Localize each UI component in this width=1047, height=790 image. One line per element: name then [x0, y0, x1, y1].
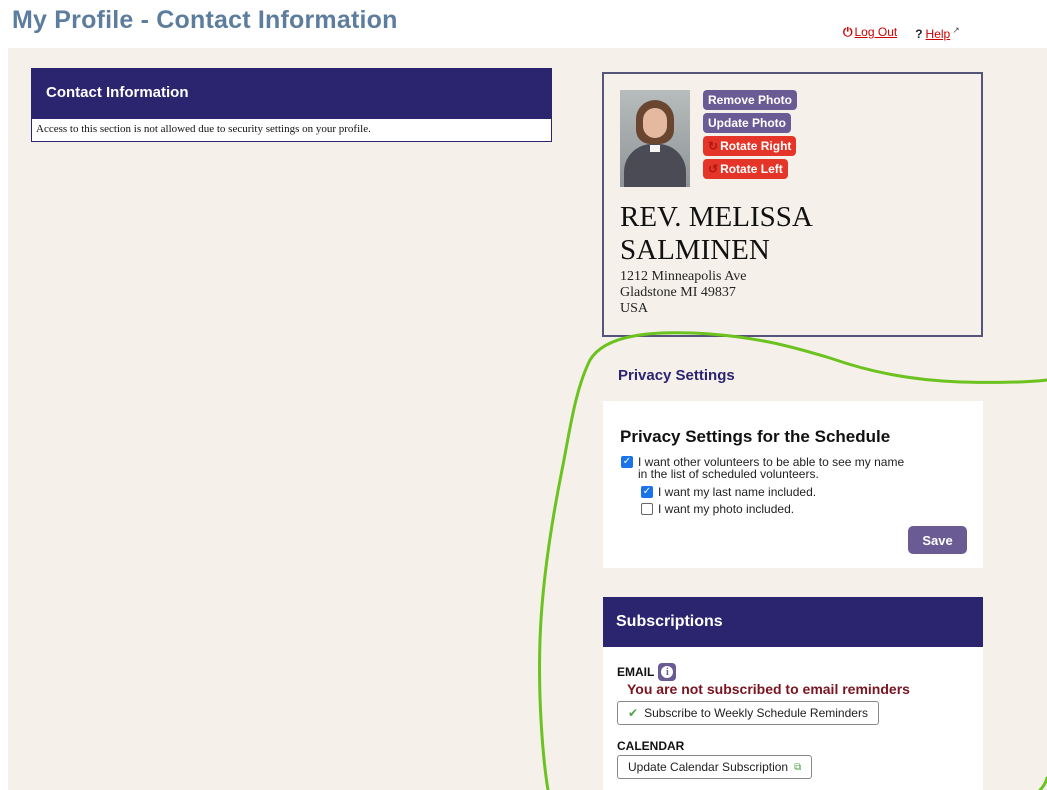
address-line3: USA: [620, 301, 649, 316]
email-label-row: EMAIL i: [617, 663, 677, 681]
rotate-right-button[interactable]: ↻ Rotate Right: [703, 136, 797, 156]
address-line2: Gladstone MI 49837: [620, 285, 736, 300]
not-subscribed-message: You are not subscribed to email reminder…: [627, 681, 910, 697]
show-name-label: I want other volunteers to be able to se…: [638, 456, 904, 480]
update-photo-button[interactable]: Update Photo: [703, 113, 791, 133]
calendar-label: CALENDAR: [617, 739, 685, 753]
page-title: My Profile - Contact Information: [12, 6, 398, 34]
power-icon: ⏻: [843, 25, 853, 39]
logout-link-wrap[interactable]: ⏻ Log Out: [843, 25, 897, 41]
show-name-option[interactable]: ✓ I want other volunteers to be able to …: [621, 456, 904, 480]
rotate-left-icon: ↺: [708, 162, 719, 176]
address-line1: 1212 Minneapolis Ave: [620, 269, 747, 284]
contact-information-heading: Contact Information: [32, 69, 551, 119]
photo-option[interactable]: ✓ I want my photo included.: [641, 503, 794, 515]
rotate-right-icon: ↻: [708, 139, 719, 153]
profile-address: 1212 Minneapolis Ave Gladstone MI 49837 …: [620, 269, 747, 317]
privacy-settings-heading: Privacy Settings: [618, 367, 735, 384]
subscriptions-panel: Subscriptions EMAIL i You are not subscr…: [603, 597, 983, 790]
last-name-label: I want my last name included.: [658, 485, 817, 499]
save-button[interactable]: Save: [908, 526, 967, 554]
photo-checkbox[interactable]: ✓: [641, 503, 653, 515]
photo-collar: [650, 145, 660, 152]
remove-photo-button[interactable]: Remove Photo: [703, 90, 798, 110]
profile-photo: [620, 90, 690, 187]
rotate-right-label: Rotate Right: [720, 139, 792, 153]
contact-information-panel: Contact Information Access to this secti…: [31, 68, 552, 142]
help-link-wrap[interactable]: ? Help ↗: [915, 25, 960, 41]
show-name-label-line2: in the list of scheduled volunteers.: [638, 467, 819, 481]
subscribe-button-label: Subscribe to Weekly Schedule Reminders: [644, 706, 868, 720]
privacy-schedule-title: Privacy Settings for the Schedule: [620, 427, 891, 446]
email-label: EMAIL: [617, 665, 655, 679]
calendar-button-label: Update Calendar Subscription: [628, 760, 789, 774]
check-icon: ✔: [628, 706, 639, 720]
photo-face: [643, 108, 667, 138]
profile-name-line1: REV. MELISSA: [620, 201, 813, 233]
rotate-left-label: Rotate Left: [720, 162, 783, 176]
logout-link[interactable]: Log Out: [855, 25, 898, 39]
profile-card: Remove Photo Update Photo ↻ Rotate Right …: [602, 72, 983, 337]
external-link-icon: ⧉: [794, 761, 802, 773]
update-calendar-subscription-button[interactable]: Update Calendar Subscription ⧉: [617, 755, 813, 779]
external-link-icon: ↗: [952, 25, 960, 35]
last-name-checkbox[interactable]: ✓: [641, 486, 653, 498]
photo-option-label: I want my photo included.: [658, 502, 795, 516]
access-denied-message: Access to this section is not allowed du…: [36, 123, 371, 135]
subscribe-weekly-reminders-button[interactable]: ✔ Subscribe to Weekly Schedule Reminders: [617, 701, 879, 725]
last-name-option[interactable]: ✓ I want my last name included.: [641, 486, 816, 498]
show-name-checkbox[interactable]: ✓: [621, 456, 633, 468]
help-link[interactable]: Help: [926, 27, 951, 41]
subscriptions-heading: Subscriptions: [603, 597, 983, 647]
top-links: ⏻ Log Out ? Help ↗: [843, 25, 960, 41]
info-icon[interactable]: i: [658, 663, 677, 681]
profile-name: REV. MELISSA SALMINEN: [620, 201, 980, 267]
profile-name-line2: SALMINEN: [620, 234, 770, 266]
question-icon: ?: [915, 27, 923, 41]
photo-actions: Remove Photo Update Photo ↻ Rotate Right …: [703, 90, 798, 179]
privacy-settings-box: Privacy Settings for the Schedule ✓ I wa…: [603, 401, 983, 568]
rotate-left-button[interactable]: ↺ Rotate Left: [703, 159, 788, 179]
